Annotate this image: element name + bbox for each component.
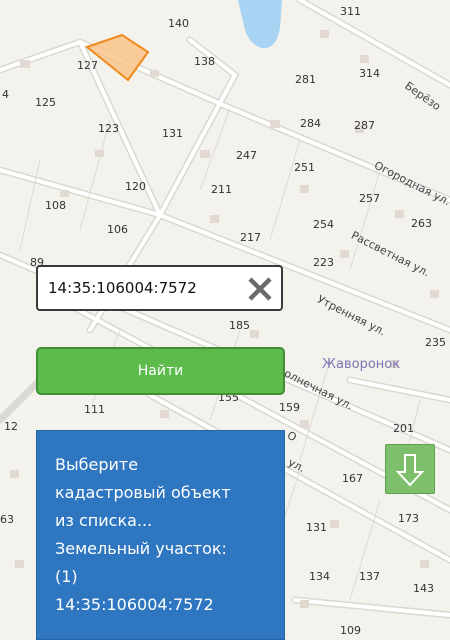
parcel-number: 311 xyxy=(340,5,361,18)
info-line[interactable]: 14:35:106004:7572 xyxy=(55,591,274,619)
info-line: кадастровый объект xyxy=(55,483,231,502)
parcel-number: 63 xyxy=(0,513,14,526)
parcel-number: 109 xyxy=(340,624,361,637)
parcel-number: 123 xyxy=(98,122,119,135)
parcel-number: 12 xyxy=(4,420,18,433)
parcel-number: 251 xyxy=(294,161,315,174)
parcel-number: 263 xyxy=(411,217,432,230)
parcel-number: 223 xyxy=(313,256,334,269)
parcel-number: 281 xyxy=(295,73,316,86)
parcel-number: 131 xyxy=(306,521,327,534)
parcel-number: 257 xyxy=(359,192,380,205)
parcel-number: 211 xyxy=(211,183,232,196)
parcel-number: 140 xyxy=(168,17,189,30)
close-icon xyxy=(248,277,272,301)
parcel-number: 4 xyxy=(2,88,9,101)
parcel-number: 185 xyxy=(229,319,250,332)
parcel-number: 120 xyxy=(125,180,146,193)
place-label: Жаворонок xyxy=(322,357,401,372)
parcel-number: 143 xyxy=(413,582,434,595)
clear-button[interactable] xyxy=(246,275,274,303)
find-button[interactable]: Найти xyxy=(36,347,285,395)
parcel-number: 247 xyxy=(236,149,257,162)
parcel-number: 106 xyxy=(107,223,128,236)
info-line: из списка... xyxy=(55,511,153,530)
parcel-number: 217 xyxy=(240,231,261,244)
parcel-number: 125 xyxy=(35,96,56,109)
parcel-number: 235 xyxy=(425,336,446,349)
parcel-number: 137 xyxy=(359,570,380,583)
search-box xyxy=(36,265,283,311)
parcel-number: 284 xyxy=(300,117,321,130)
parcel-number: 127 xyxy=(77,59,98,72)
parcel-number: 314 xyxy=(359,67,380,80)
info-line: (1) xyxy=(55,567,78,586)
search-input[interactable] xyxy=(48,267,243,309)
parcel-number: 167 xyxy=(342,472,363,485)
scroll-down-button[interactable] xyxy=(385,444,435,494)
parcel-number: 254 xyxy=(313,218,334,231)
info-line: Земельный участок: xyxy=(55,539,227,558)
parcel-number: 138 xyxy=(194,55,215,68)
parcel-number: 173 xyxy=(398,512,419,525)
parcel-number: 111 xyxy=(84,403,105,416)
info-line: Выберите xyxy=(55,455,139,474)
info-panel: Выберите кадастровый объект из списка...… xyxy=(36,430,285,640)
parcel-number: 287 xyxy=(354,119,375,132)
find-button-label: Найти xyxy=(137,363,184,379)
parcel-number: 108 xyxy=(45,199,66,212)
parcel-number: 134 xyxy=(309,570,330,583)
arrow-down-icon xyxy=(395,454,425,487)
parcel-number: 131 xyxy=(162,127,183,140)
parcel-number: 201 xyxy=(393,422,414,435)
parcel-number: 159 xyxy=(279,401,300,414)
